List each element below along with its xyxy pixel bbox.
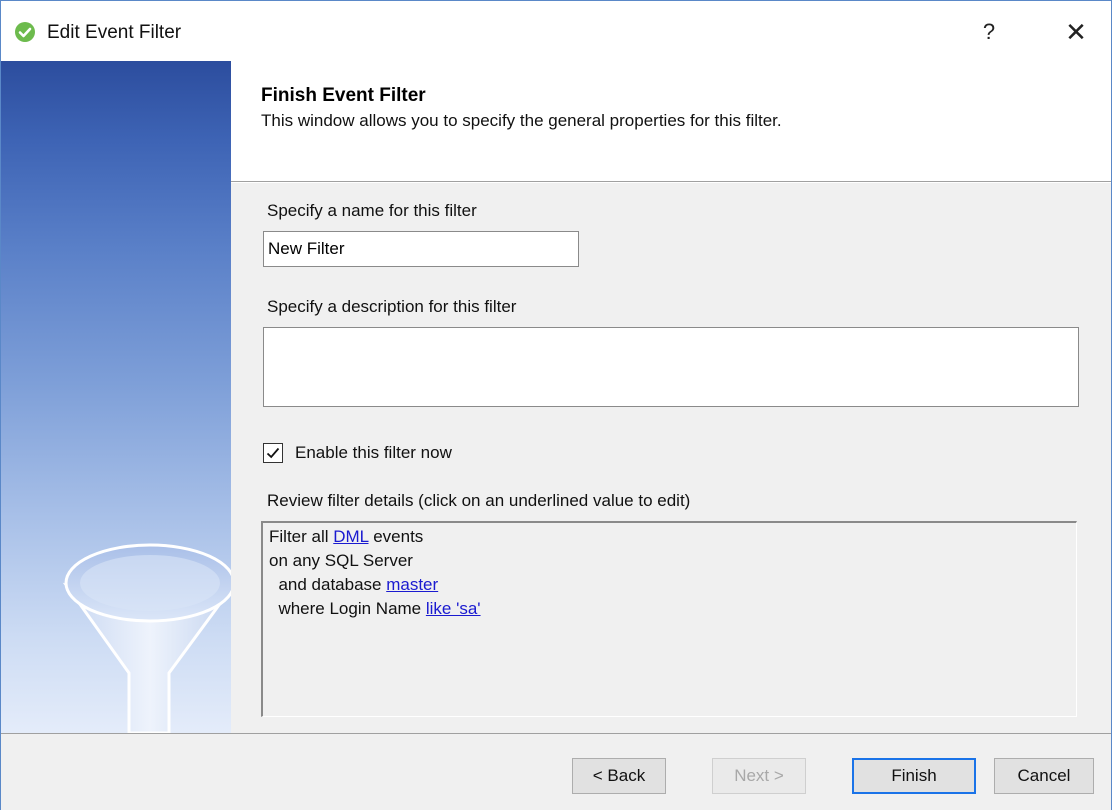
finish-button[interactable]: Finish	[852, 758, 976, 794]
window-title: Edit Event Filter	[47, 22, 182, 43]
close-button[interactable]: ✕	[1059, 17, 1093, 47]
wizard-side-panel	[1, 61, 231, 733]
page-subtitle: This window allows you to specify the ge…	[261, 111, 782, 130]
edit-event-filter-dialog: Edit Event Filter ? ✕ Finish Event Filte…	[0, 0, 1112, 810]
description-label: Specify a description for this filter	[267, 297, 517, 316]
details-text: where Login Name	[269, 599, 426, 618]
details-text: events	[368, 527, 424, 546]
event-type-link[interactable]: DML	[333, 527, 368, 546]
enable-filter-label[interactable]: Enable this filter now	[295, 443, 452, 463]
back-button[interactable]: < Back	[572, 758, 666, 794]
details-line-3: and database master	[269, 573, 1070, 597]
details-line-1: Filter all DML events	[269, 525, 1070, 549]
wizard-header: Finish Event Filter This window allows y…	[231, 61, 1111, 181]
funnel-icon	[62, 543, 231, 733]
details-text: on any SQL Server	[269, 551, 413, 570]
title-bar: Edit Event Filter ? ✕	[1, 1, 1111, 61]
wizard-content: Specify a name for this filter Specify a…	[231, 183, 1111, 733]
review-details-label: Review filter details (click on an under…	[267, 491, 691, 510]
database-link[interactable]: master	[386, 575, 438, 594]
filter-description-input[interactable]	[263, 327, 1079, 407]
filter-details-box: Filter all DML events on any SQL Server …	[261, 521, 1077, 717]
page-title: Finish Event Filter	[261, 85, 426, 106]
name-label: Specify a name for this filter	[267, 201, 477, 220]
filter-name-input[interactable]	[263, 231, 579, 267]
details-line-2: on any SQL Server	[269, 549, 1070, 573]
details-text: Filter all	[269, 527, 334, 546]
enable-filter-checkbox[interactable]	[263, 443, 283, 463]
login-name-link[interactable]: like 'sa'	[426, 599, 481, 618]
checkmark-icon	[266, 447, 280, 459]
details-line-4: where Login Name like 'sa'	[269, 597, 1070, 621]
green-check-circle-icon	[15, 22, 35, 42]
next-button[interactable]: Next >	[712, 758, 806, 794]
help-button[interactable]: ?	[975, 17, 1003, 47]
cancel-button[interactable]: Cancel	[994, 758, 1094, 794]
details-text: and database	[269, 575, 387, 594]
button-bar: < Back Next > Finish Cancel	[1, 733, 1111, 810]
